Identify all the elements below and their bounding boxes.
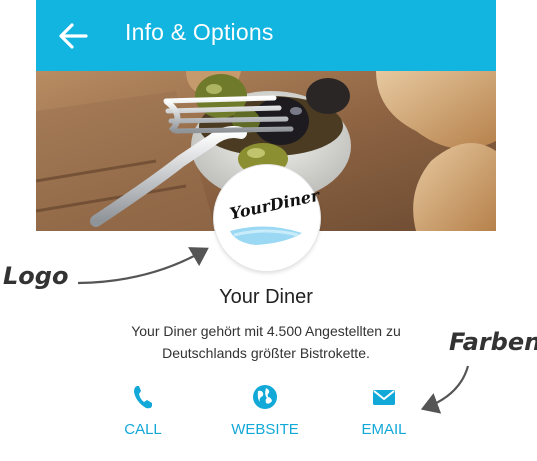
annotation-arrows xyxy=(77,247,470,414)
